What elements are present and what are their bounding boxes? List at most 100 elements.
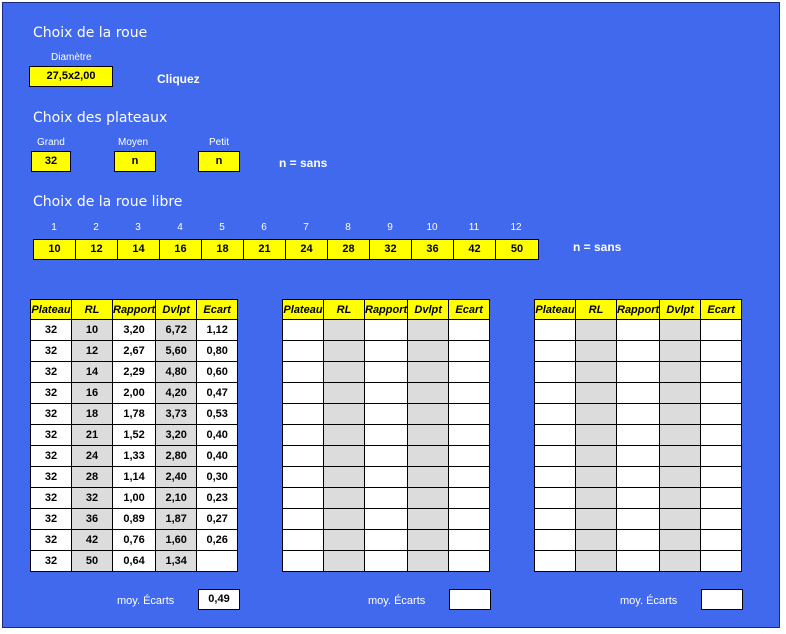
freewheel-sprocket-cell[interactable]: 24	[286, 240, 328, 259]
table-cell	[363, 508, 409, 530]
petit-plateau-input[interactable]: n	[198, 151, 240, 172]
table-cell	[575, 382, 617, 404]
table-cell	[323, 508, 365, 530]
table-cell: 32	[30, 445, 72, 467]
petit-label: Petit	[209, 137, 230, 148]
table-cell	[448, 445, 491, 467]
table-row	[534, 403, 743, 425]
freewheel-sprocket-cell[interactable]: 16	[160, 240, 202, 259]
table-cell: 32	[71, 487, 113, 509]
table-cell: 2,29	[111, 361, 157, 383]
table-cell	[448, 361, 491, 383]
moy-ecarts-label-2: moy. Écarts	[368, 595, 426, 607]
table-cell	[534, 550, 576, 572]
column-header: RL	[575, 299, 617, 320]
freewheel-sprocket-cell[interactable]: 32	[370, 240, 412, 259]
table-cell	[615, 466, 661, 488]
table-cell: 2,67	[111, 340, 157, 362]
table-cell	[282, 445, 324, 467]
table-cell: 3,20	[111, 319, 157, 341]
diameter-select[interactable]: 27,5x2,00	[29, 66, 113, 87]
table-cell	[448, 466, 491, 488]
table-cell: 0,27	[196, 508, 239, 530]
freewheel-sprocket-cell[interactable]: 18	[202, 240, 244, 259]
freewheel-sprocket-cell[interactable]: 10	[34, 240, 76, 259]
table-cell: 6,72	[155, 319, 198, 341]
table-cell: 10	[71, 319, 113, 341]
table-cell: 1,12	[196, 319, 239, 341]
table-cell	[448, 508, 491, 530]
column-header: Dvlpt	[407, 299, 450, 320]
table-cell: 3,20	[155, 424, 198, 446]
table-cell	[615, 424, 661, 446]
table-cell: 18	[71, 403, 113, 425]
table-cell	[323, 319, 365, 341]
table-cell	[659, 424, 702, 446]
table-cell	[407, 487, 450, 509]
moyen-plateau-input[interactable]: n	[114, 151, 156, 172]
table-cell	[282, 529, 324, 551]
table-row: 32 36 0,89 1,87 0,27	[30, 508, 239, 530]
table-cell	[323, 529, 365, 551]
moyen-label: Moyen	[118, 137, 149, 148]
freewheel-sprocket-cell[interactable]: 36	[412, 240, 454, 259]
column-header: RL	[71, 299, 113, 320]
table-cell	[448, 382, 491, 404]
table-row	[282, 361, 491, 383]
table-cell	[700, 382, 743, 404]
table-cell	[700, 529, 743, 551]
table-row: 32 21 1,52 3,20 0,40	[30, 424, 239, 446]
table-cell: 1,87	[155, 508, 198, 530]
table-cell	[615, 382, 661, 404]
gear-table-1: Plateau RL Rapport Dvlpt Ecart 32 10 3,20 6,72 1,…	[30, 299, 239, 572]
table-cell	[282, 487, 324, 509]
freewheel-position-number: 10	[426, 222, 438, 233]
table-row	[534, 529, 743, 551]
freewheel-sprocket-cell[interactable]: 14	[118, 240, 160, 259]
table-cell	[323, 550, 365, 572]
table-cell	[534, 382, 576, 404]
column-header: Ecart	[448, 299, 491, 320]
table-cell: 32	[30, 529, 72, 551]
table-cell	[659, 445, 702, 467]
table-cell	[323, 445, 365, 467]
table-row	[534, 550, 743, 572]
table-cell	[282, 403, 324, 425]
table-row	[282, 550, 491, 572]
table-cell: 2,10	[155, 487, 198, 509]
table-cell	[615, 445, 661, 467]
freewheel-sprocket-cell[interactable]: 50	[496, 240, 538, 259]
column-header: Plateau	[534, 299, 576, 320]
table-cell	[363, 445, 409, 467]
table-cell: 3,73	[155, 403, 198, 425]
table-cell: 0,40	[196, 424, 239, 446]
freewheel-sprocket-cell[interactable]: 42	[454, 240, 496, 259]
grand-label: Grand	[37, 137, 65, 148]
table-cell	[363, 424, 409, 446]
table-cell	[659, 529, 702, 551]
table-cell	[700, 340, 743, 362]
table-cell	[407, 340, 450, 362]
table-cell: 32	[30, 382, 72, 404]
table-cell: 0,64	[111, 550, 157, 572]
table-cell	[282, 382, 324, 404]
freewheel-sprocket-cell[interactable]: 28	[328, 240, 370, 259]
table-cell	[575, 487, 617, 509]
table-cell: 0,60	[196, 361, 239, 383]
table-row: 32 42 0,76 1,60 0,26	[30, 529, 239, 551]
table-cell	[534, 529, 576, 551]
grand-plateau-input[interactable]: 32	[31, 151, 71, 172]
freewheel-sprocket-cell[interactable]: 21	[244, 240, 286, 259]
table-cell: 1,78	[111, 403, 157, 425]
table-row: 32 32 1,00 2,10 0,23	[30, 487, 239, 509]
freewheel-note: n = sans	[573, 240, 622, 254]
table-cell	[323, 382, 365, 404]
table-cell	[659, 508, 702, 530]
table-cell: 1,14	[111, 466, 157, 488]
table-cell	[700, 550, 743, 572]
table-cell	[448, 529, 491, 551]
table-cell: 36	[71, 508, 113, 530]
table-cell	[323, 361, 365, 383]
freewheel-sprocket-cell[interactable]: 12	[76, 240, 118, 259]
column-header: Rapport	[363, 299, 409, 320]
